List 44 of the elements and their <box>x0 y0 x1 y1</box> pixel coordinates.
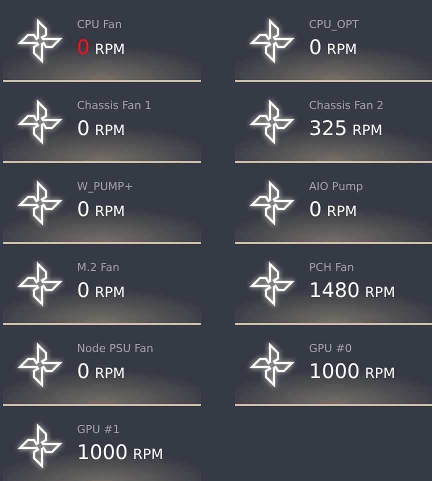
fan-name: Node PSU Fan <box>77 342 154 354</box>
fan-icon <box>15 97 65 147</box>
speed-unit: RPM <box>94 122 125 138</box>
speed-unit: RPM <box>364 284 396 300</box>
fan-icon <box>247 16 297 66</box>
fan-name: GPU #0 <box>309 342 353 354</box>
fan-name: M.2 Fan <box>77 260 121 274</box>
fan-speed: 0 <box>77 278 90 302</box>
fan-name: W_PUMP+ <box>77 180 134 192</box>
fan-speed: 1000 <box>77 440 128 464</box>
fan-speed: 0 <box>309 196 322 220</box>
fan-icon <box>247 178 297 228</box>
speed-unit: RPM <box>364 366 396 382</box>
speed-unit: RPM <box>94 204 125 220</box>
fan-icon <box>247 259 297 309</box>
fan-name: CPU Fan <box>77 18 123 30</box>
speed-unit: RPM <box>94 284 125 300</box>
fan-name: Chassis Fan 1 <box>77 98 152 112</box>
speed-unit: RPM <box>94 42 125 58</box>
speed-unit: RPM <box>94 366 125 382</box>
fan-icon <box>15 259 65 309</box>
fan-name: PCH Fan <box>309 260 356 274</box>
fan-icon <box>15 178 65 228</box>
fan-name: GPU #1 <box>77 422 121 436</box>
speed-unit: RPM <box>326 204 357 220</box>
fan-icon <box>247 97 297 147</box>
fan-name: Chassis Fan 2 <box>309 98 384 112</box>
fan-speed: 1000 <box>309 358 360 382</box>
speed-unit: RPM <box>352 122 382 138</box>
speed-unit: RPM <box>326 42 357 58</box>
fan-icon <box>15 421 65 471</box>
fan-speed: 1480 <box>309 278 360 302</box>
speed-unit: RPM <box>132 446 164 462</box>
fan-speed: 0 <box>77 196 90 220</box>
fan-speed: 0 <box>77 116 90 140</box>
fan-speed: 325 <box>309 116 348 140</box>
fan-speed: 0 <box>77 34 90 58</box>
fan-name: AIO Pump <box>309 180 364 192</box>
fan-speed: 0 <box>309 34 322 58</box>
fan-speed: 0 <box>77 358 90 382</box>
fan-icon <box>247 340 297 390</box>
fan-icon <box>15 340 65 390</box>
fan-icon <box>15 16 65 66</box>
fan-name: CPU_OPT <box>309 18 359 30</box>
